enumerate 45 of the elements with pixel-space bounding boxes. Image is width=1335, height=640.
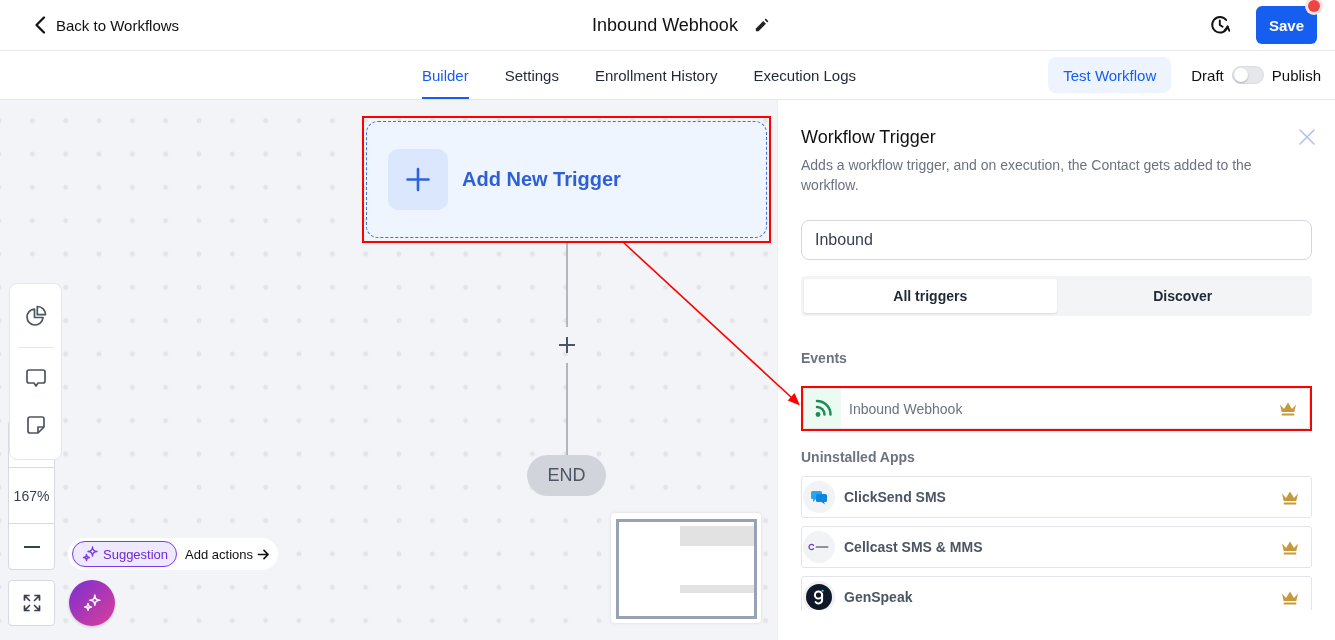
section-heading: Events xyxy=(801,349,848,368)
plus-icon xyxy=(388,149,448,210)
fit-view-button[interactable] xyxy=(8,580,55,626)
tab[interactable]: Enrollment History xyxy=(594,51,718,99)
arrow-right-icon xyxy=(257,547,270,561)
chat-bubbles-icon xyxy=(803,481,835,513)
plus-icon[interactable] xyxy=(557,336,576,354)
ai-assistant-button[interactable] xyxy=(69,580,115,626)
zoom-level: 167% xyxy=(13,487,50,504)
chevron-left-icon xyxy=(34,16,46,34)
add-actions-link[interactable]: Add actions xyxy=(185,546,270,562)
suggestion-chip[interactable]: Suggestion xyxy=(72,541,178,567)
add-trigger-node[interactable]: Add New Trigger xyxy=(366,121,767,238)
tab[interactable]: Settings xyxy=(504,51,559,99)
workflow-title: Inbound Webhook xyxy=(592,14,738,36)
section-heading: Uninstalled Apps xyxy=(801,448,916,467)
back-link[interactable]: Back to Workflows xyxy=(34,16,180,34)
draft-label: Draft xyxy=(1191,66,1224,84)
pie-chart-icon[interactable] xyxy=(24,305,47,327)
save-button[interactable]: Save xyxy=(1256,6,1317,44)
rss-icon xyxy=(804,389,841,428)
panel-description: Adds a workflow trigger, and on execution, the Contact gets added to the workflow. xyxy=(801,156,1253,195)
publish-label: Publish xyxy=(1271,66,1321,84)
trigger-option[interactable]: ClickSend SMS xyxy=(801,476,1312,518)
tab[interactable]: Execution Logs xyxy=(753,51,857,99)
sparkle-icon xyxy=(83,594,101,612)
sticky-note-icon[interactable] xyxy=(24,414,47,436)
logo-icon xyxy=(803,531,835,563)
search-field[interactable]: Inbound xyxy=(801,220,1312,260)
comment-icon[interactable] xyxy=(24,367,47,389)
minus-icon xyxy=(23,545,40,548)
sparkle-icon xyxy=(82,546,98,562)
trigger-option[interactable]: Cellcast SMS & MMS xyxy=(801,526,1312,568)
filter-tab[interactable]: Discover xyxy=(1056,279,1309,313)
end-node: END xyxy=(527,455,606,496)
logo-icon xyxy=(803,581,835,610)
history-icon[interactable] xyxy=(1210,15,1230,35)
trigger-option[interactable]: GenSpeak xyxy=(801,576,1312,610)
publish-toggle[interactable] xyxy=(1231,66,1264,84)
expand-icon xyxy=(22,594,41,612)
pencil-icon[interactable] xyxy=(754,18,769,32)
test-workflow-button[interactable]: Test Workflow xyxy=(1048,57,1172,93)
filter-tab[interactable]: All triggers xyxy=(804,279,1057,313)
panel-title: Workflow Trigger xyxy=(801,126,936,148)
trigger-option[interactable]: Inbound Webhook xyxy=(803,388,1310,429)
